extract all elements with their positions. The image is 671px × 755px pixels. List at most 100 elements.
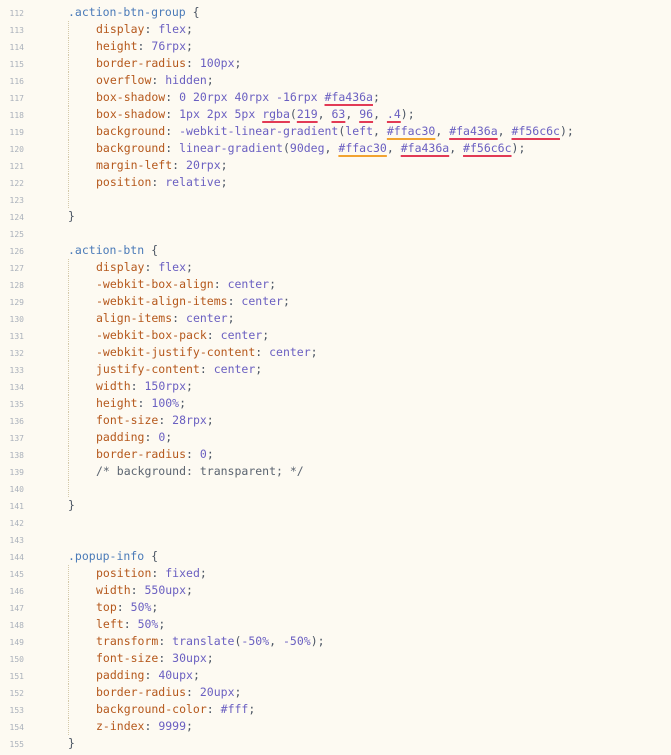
code-line[interactable]: 149 transform: translate(-50%, -50%);: [0, 633, 671, 650]
line-number: 152: [9, 689, 24, 698]
code-line[interactable]: 129 -webkit-align-items: center;: [0, 293, 671, 310]
code-line[interactable]: 134 width: 150rpx;: [0, 378, 671, 395]
code-text: font-size: 30upx;: [96, 650, 214, 667]
code-line[interactable]: 148 left: 50%;: [0, 616, 671, 633]
code-token: box-shadow: [96, 107, 166, 121]
code-text: /* background: transparent; */: [96, 463, 304, 480]
code-token: ;: [199, 566, 207, 580]
code-text: }: [68, 497, 75, 514]
code-token: left: [96, 617, 124, 631]
code-line[interactable]: 130 align-items: center;: [0, 310, 671, 327]
code-token: display: [96, 22, 145, 36]
color-swatch-underline: #ffac30: [338, 141, 387, 155]
code-token: box-shadow: [96, 90, 166, 104]
code-token: background: [96, 124, 166, 138]
code-token: :: [151, 566, 166, 580]
indent-guide: [68, 463, 69, 480]
code-token: margin-left: [96, 158, 173, 172]
color-swatch-underline: 219: [296, 107, 318, 121]
code-line[interactable]: 131 -webkit-box-pack: center;: [0, 327, 671, 344]
code-line[interactable]: 138 border-radius: 0;: [0, 446, 671, 463]
code-text: height: 76rpx;: [96, 38, 193, 55]
code-editor[interactable]: 112 .action-btn-group {113 display: flex; 1…: [0, 0, 671, 755]
code-token: 76rpx: [151, 39, 187, 53]
code-line[interactable]: 137 padding: 0;: [0, 429, 671, 446]
code-line[interactable]: 155}: [0, 735, 671, 752]
code-line[interactable]: 118 box-shadow: 1px 2px 5px rgba(219, 63,…: [0, 106, 671, 123]
code-token: :: [123, 617, 138, 631]
code-token: position: [96, 175, 152, 189]
code-line[interactable]: 120 background: linear-gradient(90deg, #f…: [0, 140, 671, 157]
code-line[interactable]: 113 display: flex;: [0, 21, 671, 38]
code-line[interactable]: 144 .popup-info {: [0, 548, 671, 565]
code-token: :: [227, 294, 242, 308]
code-token: ;: [206, 73, 214, 87]
code-token: {: [185, 5, 200, 19]
code-line[interactable]: 117 box-shadow: 0 20rpx 40rpx -16rpx #fa4…: [0, 89, 671, 106]
code-token: (: [289, 107, 297, 121]
code-line[interactable]: 140: [0, 480, 671, 497]
code-line[interactable]: 114 height: 76rpx;: [0, 38, 671, 55]
indent-guide: [68, 378, 69, 395]
code-line[interactable]: 121 margin-left: 20rpx;: [0, 157, 671, 174]
code-line[interactable]: 116 overflow: hidden;: [0, 72, 671, 89]
line-number: 116: [9, 77, 24, 86]
code-line[interactable]: 141}: [0, 497, 671, 514]
code-line[interactable]: 146 width: 550upx;: [0, 582, 671, 599]
code-line[interactable]: 112 .action-btn-group {: [0, 4, 671, 21]
code-token: height: [96, 39, 138, 53]
line-number: 114: [9, 43, 24, 52]
code-line[interactable]: 139 /* background: transparent; */: [0, 463, 671, 480]
code-line[interactable]: 154 z-index: 9999;: [0, 718, 671, 735]
color-swatch-underline: #fa436a: [400, 141, 450, 155]
code-token: -50%: [282, 634, 311, 648]
code-line[interactable]: 128 -webkit-box-align: center;: [0, 276, 671, 293]
code-token: .action-btn: [68, 243, 145, 257]
code-token: :: [144, 719, 159, 733]
indent-guide: [68, 582, 69, 599]
code-token: 100px: [199, 56, 235, 70]
indent-guide: [68, 106, 69, 123]
code-line[interactable]: 123: [0, 191, 671, 208]
code-token: :: [158, 634, 173, 648]
code-token: :: [130, 583, 145, 597]
code-line[interactable]: 115 border-radius: 100px;: [0, 55, 671, 72]
code-text: margin-left: 20rpx;: [96, 157, 228, 174]
code-token: ,: [449, 141, 464, 155]
code-text: background: -webkit-linear-gradient(left…: [96, 123, 574, 140]
code-line[interactable]: 142: [0, 514, 671, 531]
code-line[interactable]: 136 font-size: 28rpx;: [0, 412, 671, 429]
code-token: :: [186, 56, 200, 70]
code-text: top: 50%;: [96, 599, 158, 616]
code-line[interactable]: 126 .action-btn {: [0, 242, 671, 259]
indent-guide: [68, 718, 69, 735]
code-line[interactable]: 122 position: relative;: [0, 174, 671, 191]
code-token: ;: [186, 719, 193, 733]
code-token: ;: [262, 328, 270, 342]
code-line[interactable]: 151 padding: 40upx;: [0, 667, 671, 684]
code-line[interactable]: 143: [0, 531, 671, 548]
code-token: :: [144, 430, 159, 444]
code-token: :: [186, 685, 200, 699]
code-line[interactable]: 153 background-color: #fff;: [0, 701, 671, 718]
code-text: box-shadow: 1px 2px 5px rgba(219, 63, 96…: [96, 106, 415, 123]
code-line[interactable]: 125: [0, 225, 671, 242]
indent-guide: [68, 276, 69, 293]
code-line[interactable]: 124}: [0, 208, 671, 225]
code-line[interactable]: 132 -webkit-justify-content: center;: [0, 344, 671, 361]
code-line[interactable]: 133 justify-content: center;: [0, 361, 671, 378]
code-token: 9999: [158, 719, 187, 733]
code-token: ;: [186, 379, 193, 393]
code-text: border-radius: 100px;: [96, 55, 241, 72]
code-line[interactable]: 145 position: fixed;: [0, 565, 671, 582]
code-line[interactable]: 150 font-size: 30upx;: [0, 650, 671, 667]
code-line[interactable]: 119 background: -webkit-linear-gradient(l…: [0, 123, 671, 140]
line-number: 121: [9, 162, 24, 171]
code-line[interactable]: 127 display: flex;: [0, 259, 671, 276]
color-swatch-underline: #f56c6c: [463, 141, 512, 155]
code-line[interactable]: 135 height: 100%;: [0, 395, 671, 412]
line-number: 131: [9, 332, 24, 341]
code-line[interactable]: 147 top: 50%;: [0, 599, 671, 616]
code-token: -50%: [241, 634, 270, 648]
code-line[interactable]: 152 border-radius: 20upx;: [0, 684, 671, 701]
